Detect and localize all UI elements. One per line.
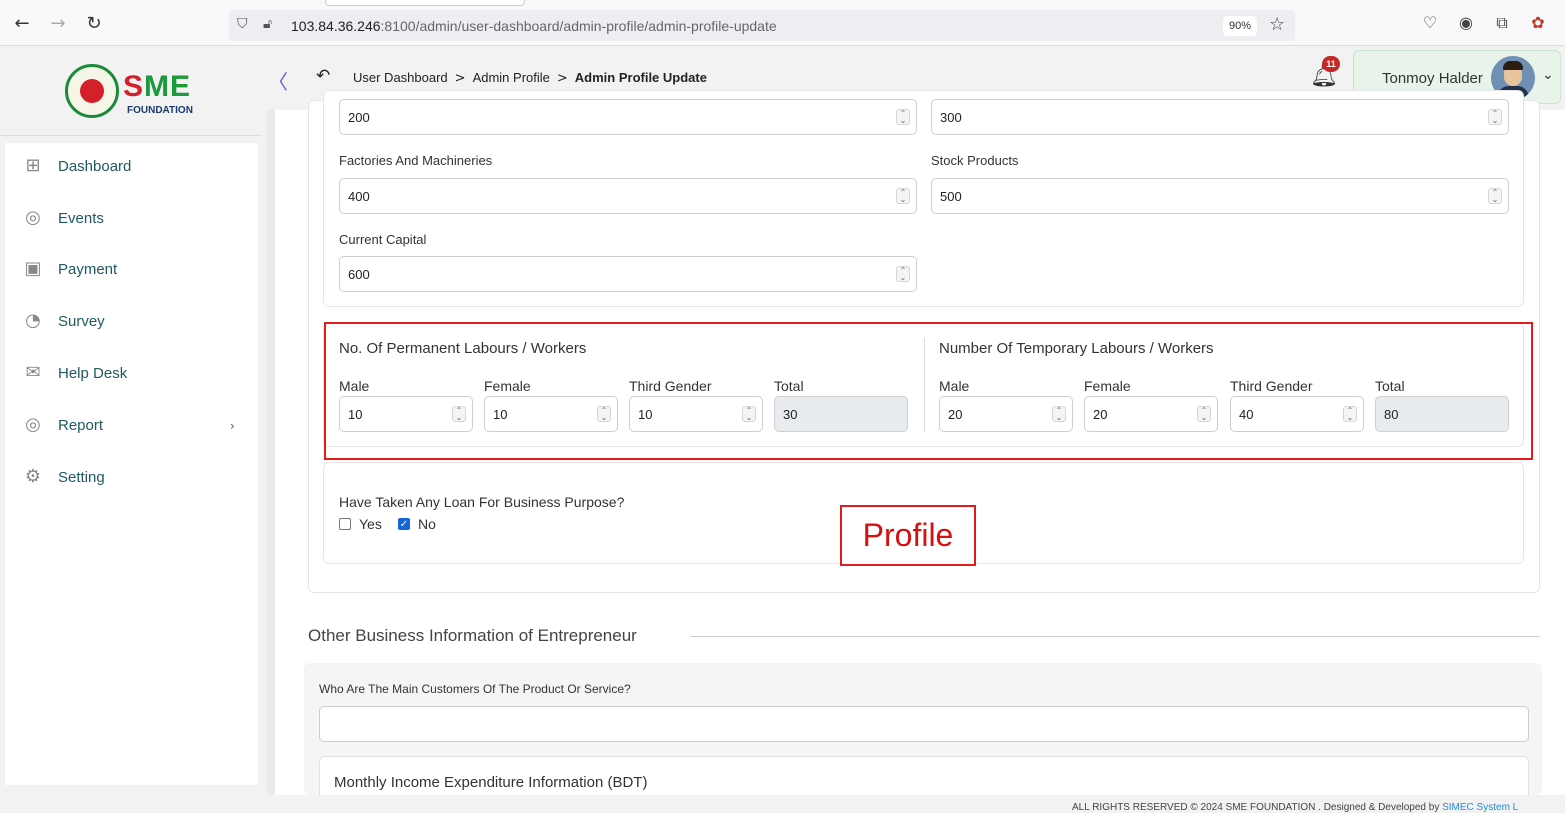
sidebar-item-label: Dashboard [58,158,132,175]
sidebar-divider [0,135,262,136]
pocket-icon[interactable]: ♡ [1420,13,1440,33]
notification-count-badge: 11 [1322,56,1340,72]
factories-input[interactable]: 400 ⌃ ⌄ [339,178,917,214]
sidebar-item-report[interactable]: ◎ Report › [22,411,252,441]
breadcrumb-current: Admin Profile Update [574,70,707,85]
sidebar-item-label: Help Desk [58,365,128,382]
asset-input-right[interactable]: 300 ⌃ ⌄ [931,99,1509,135]
sidebar-item-label: Payment [58,261,118,278]
input-value: 600 [348,267,370,282]
spinner-icon[interactable]: ⌃ ⌄ [896,266,910,282]
footer-copyright: ALL RIGHTS RESERVED © 2024 SME FOUNDATIO… [1072,802,1518,813]
sidebar-item-dashboard[interactable]: ⊞ Dashboard [22,152,252,182]
section-divider [690,636,1540,637]
breadcrumb-separator: > [556,71,568,86]
customers-label: Who Are The Main Customers Of The Produc… [319,682,631,696]
sidebar-item-label: Report [58,417,104,434]
loan-question: Have Taken Any Loan For Business Purpose… [339,494,625,510]
url-host: 103.84.36.246 [291,18,381,34]
capital-label: Current Capital [339,232,427,247]
sidebar-item-payment[interactable]: ▣ Payment [22,255,252,285]
mail-icon: ✉ [25,362,41,383]
government-seal-icon [65,64,119,118]
sidebar-item-setting[interactable]: ⚙ Setting [22,463,252,493]
gear-icon: ⚙ [24,466,42,487]
profile-annotation-label: Profile [840,505,976,566]
customers-input[interactable] [319,706,1529,742]
breadcrumb: User Dashboard > Admin Profile > Admin Profi… [353,70,707,86]
stock-input[interactable]: 500 ⌃ ⌄ [931,178,1509,214]
sidebar-item-label: Survey [58,313,105,330]
bookmark-star-icon[interactable]: ☆ [1269,14,1285,35]
sidebar-collapse-icon[interactable]: 〈 [268,66,288,95]
browser-toolbar: ← → ↻ ⛉ 🔓︎ 103.84.36.246:8100/admin/user… [0,0,1565,46]
loan-no-checkbox[interactable]: ✓ [398,518,410,530]
extensions-icon[interactable]: ⧉ [1492,13,1512,33]
sidebar-item-label: Events [58,210,104,227]
browser-tab-edge [325,0,525,6]
addon-icon[interactable]: ✿ [1528,13,1548,33]
sidebar-item-events[interactable]: ◎ Events [22,204,252,234]
loan-yes-label[interactable]: Yes [359,516,382,532]
url-text[interactable]: 103.84.36.246:8100/admin/user-dashboard/… [291,18,777,34]
spinner-icon[interactable]: ⌃ ⌄ [896,188,910,204]
asset-input-left[interactable]: 200 ⌃ ⌄ [339,99,917,135]
grid-icon: ⊞ [25,155,41,176]
sidebar-item-survey[interactable]: ◔ Survey [22,307,252,337]
monthly-income-title: Monthly Income Expenditure Information (… [334,774,648,791]
annotation-highlight-box [324,322,1533,460]
forward-arrow-icon[interactable]: → [47,13,69,35]
sme-foundation-logo[interactable]: SME FOUNDATION [65,62,205,118]
back-arrow-icon[interactable]: ← [11,13,33,35]
insecure-lock-icon[interactable]: 🔓︎ [263,16,272,32]
shield-icon[interactable]: ⛉ [237,16,248,32]
survey-icon: ◔ [25,310,41,331]
report-icon: ◎ [25,414,41,435]
back-undo-icon[interactable]: ↶ [316,66,330,86]
capital-input[interactable]: 600 ⌃ ⌄ [339,256,917,292]
logo-subtitle: FOUNDATION [127,105,193,116]
zoom-level-badge[interactable]: 90% [1223,16,1257,36]
sidebar-item-label: Setting [58,469,105,486]
factories-label: Factories And Machineries [339,153,493,168]
chevron-right-icon: › [230,419,235,433]
input-value: 200 [348,110,370,125]
account-icon[interactable]: ◉ [1456,13,1476,33]
breadcrumb-separator: > [454,71,466,86]
content-left-strip [267,110,275,795]
footer-developer-link[interactable]: SIMEC System L [1442,802,1518,813]
loan-yes-checkbox[interactable] [339,518,351,530]
other-business-heading: Other Business Information of Entreprene… [308,626,637,645]
spinner-icon[interactable]: ⌃ ⌄ [1488,109,1502,125]
events-icon: ◎ [25,207,41,228]
spinner-icon[interactable]: ⌃ ⌄ [1488,188,1502,204]
logo-wordmark: SME [123,70,192,103]
stock-label: Stock Products [931,153,1019,168]
payment-icon: ▣ [24,258,42,279]
input-value: 400 [348,189,370,204]
chevron-down-icon: ⌄ [1542,67,1554,83]
url-path: :8100/admin/user-dashboard/admin-profile… [380,18,777,34]
input-value: 500 [940,189,962,204]
sidebar-item-help-desk[interactable]: ✉ Help Desk [22,359,252,389]
loan-no-label[interactable]: No [418,516,436,532]
annotation-text: Profile [862,517,954,553]
breadcrumb-admin-profile[interactable]: Admin Profile [473,70,550,85]
spinner-icon[interactable]: ⌃ ⌄ [896,109,910,125]
breadcrumb-user-dashboard[interactable]: User Dashboard [353,70,448,85]
reload-icon[interactable]: ↻ [83,13,105,35]
footer-text: ALL RIGHTS RESERVED © 2024 SME FOUNDATIO… [1072,802,1440,813]
input-value: 300 [940,110,962,125]
user-name: Tonmoy Halder [1382,70,1483,87]
address-bar[interactable]: ⛉ 🔓︎ 103.84.36.246:8100/admin/user-dashb… [229,10,1295,41]
